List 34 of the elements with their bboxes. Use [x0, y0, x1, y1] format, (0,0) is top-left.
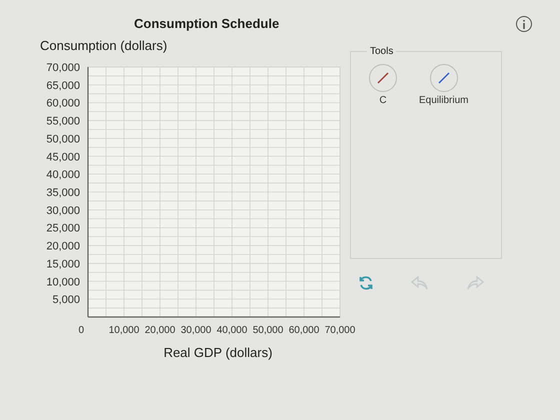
y-tick-label: 60,000: [46, 98, 80, 110]
x-tick-label: 50,000: [252, 325, 284, 336]
x-tick-label: 0: [78, 325, 84, 336]
y-tick-label: 70,000: [46, 62, 80, 74]
y-tick-label: 30,000: [46, 204, 80, 217]
x-tick-label: 70,000: [324, 325, 356, 336]
undo-icon: [411, 276, 429, 290]
tool-button[interactable]: C: [369, 64, 397, 107]
y-axis-title: Consumption (dollars): [40, 38, 168, 54]
y-tick-label: 25,000: [46, 222, 80, 235]
line-tool-icon: [430, 64, 458, 92]
y-tick-label: 45,000: [46, 151, 80, 164]
reset-icon: [358, 275, 374, 291]
y-tick-label: 65,000: [46, 80, 80, 92]
x-tick-label: 20,000: [144, 325, 176, 336]
x-tick-label: 10,000: [108, 325, 140, 336]
y-tick-label: 50,000: [46, 133, 80, 146]
info-button[interactable]: [516, 16, 532, 32]
y-tick-label: 35,000: [46, 187, 80, 199]
x-axis-title: Real GDP (dollars): [164, 345, 272, 360]
x-tick-label: 40,000: [216, 325, 248, 336]
y-tick-label: 5,000: [52, 294, 80, 306]
tool-button[interactable]: Equilibrium: [419, 64, 468, 107]
y-tick-label: 55,000: [46, 116, 80, 128]
y-tick-label: 10,000: [46, 276, 80, 288]
line-tool-icon: [369, 64, 397, 92]
chart-title: Consumption Schedule: [134, 16, 280, 32]
redo-icon: [466, 276, 484, 290]
y-tick-label: 40,000: [46, 169, 80, 182]
x-tick-label: 30,000: [180, 325, 212, 336]
y-tick-label: 15,000: [46, 258, 80, 270]
info-icon: [522, 20, 526, 28]
y-tick-label: 20,000: [46, 240, 80, 253]
x-tick-label: 60,000: [288, 325, 320, 336]
